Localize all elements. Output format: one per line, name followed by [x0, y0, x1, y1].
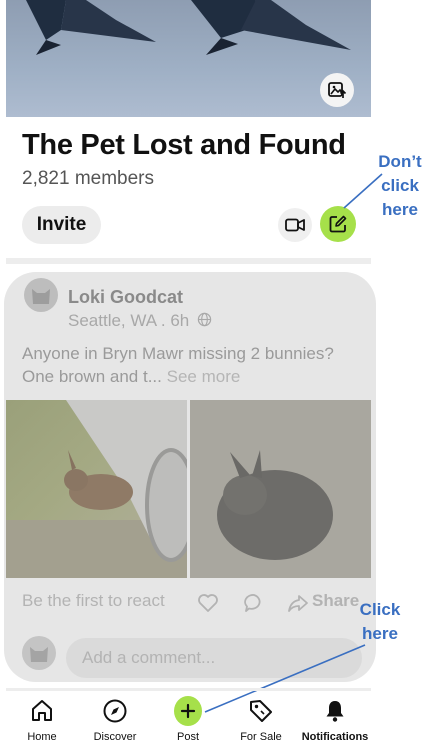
nav-label: Home — [27, 731, 57, 743]
edit-cover-photo-button[interactable] — [320, 73, 354, 107]
cat-avatar-icon — [32, 289, 50, 304]
cat-avatar-icon — [30, 647, 48, 662]
see-more-link[interactable]: See more — [167, 367, 241, 386]
dont-click-arrow — [343, 173, 383, 209]
nav-label: Notifications — [301, 731, 369, 743]
avatar — [22, 636, 56, 670]
post-button[interactable] — [174, 696, 202, 726]
nav-notifications[interactable]: Notifications — [294, 697, 376, 747]
rabbit-photo — [190, 400, 371, 578]
rabbit-photo — [6, 400, 187, 578]
comment-placeholder: Add a comment... — [82, 648, 216, 667]
heart-icon[interactable] — [196, 591, 220, 615]
click-annotation: Click here — [350, 598, 410, 646]
post-photo-2[interactable] — [190, 400, 371, 578]
location-time-text: Seattle, WA . 6h — [68, 311, 190, 330]
nav-post[interactable]: Post — [148, 696, 228, 747]
nav-for-sale[interactable]: For Sale — [221, 697, 301, 747]
compass-icon — [103, 699, 127, 723]
group-title: The Pet Lost and Found — [22, 129, 346, 161]
plus-icon — [180, 703, 196, 719]
react-prompt: Be the first to react — [22, 591, 165, 610]
nav-label: Discover — [93, 731, 137, 743]
share-icon[interactable] — [286, 591, 310, 615]
globe-icon — [197, 312, 212, 327]
tag-icon — [250, 700, 272, 722]
section-divider — [6, 688, 371, 691]
avatar[interactable] — [24, 278, 58, 312]
annotation-line: Click — [359, 600, 401, 619]
member-count[interactable]: 2,821 members — [22, 168, 154, 190]
nav-home[interactable]: Home — [2, 697, 82, 747]
video-camera-icon — [285, 218, 305, 232]
image-upload-icon — [328, 82, 347, 98]
section-divider — [6, 258, 371, 264]
post-author[interactable]: Loki Goodcat — [68, 287, 183, 308]
video-button[interactable] — [278, 208, 312, 242]
home-icon — [32, 700, 52, 721]
nav-discover[interactable]: Discover — [75, 697, 155, 747]
bell-icon — [326, 701, 344, 722]
invite-button[interactable]: Invite — [22, 206, 101, 244]
post-location-time: Seattle, WA . 6h — [68, 311, 212, 331]
compose-icon — [329, 215, 347, 233]
post-body: Anyone in Bryn Mawr missing 2 bunnies? O… — [22, 342, 362, 388]
comment-icon[interactable] — [242, 591, 266, 615]
pigeons-image — [26, 0, 351, 55]
nav-label: Post — [176, 731, 199, 743]
nav-label: For Sale — [240, 731, 282, 743]
cover-photo — [6, 0, 371, 117]
post-photo-1[interactable] — [6, 400, 187, 578]
